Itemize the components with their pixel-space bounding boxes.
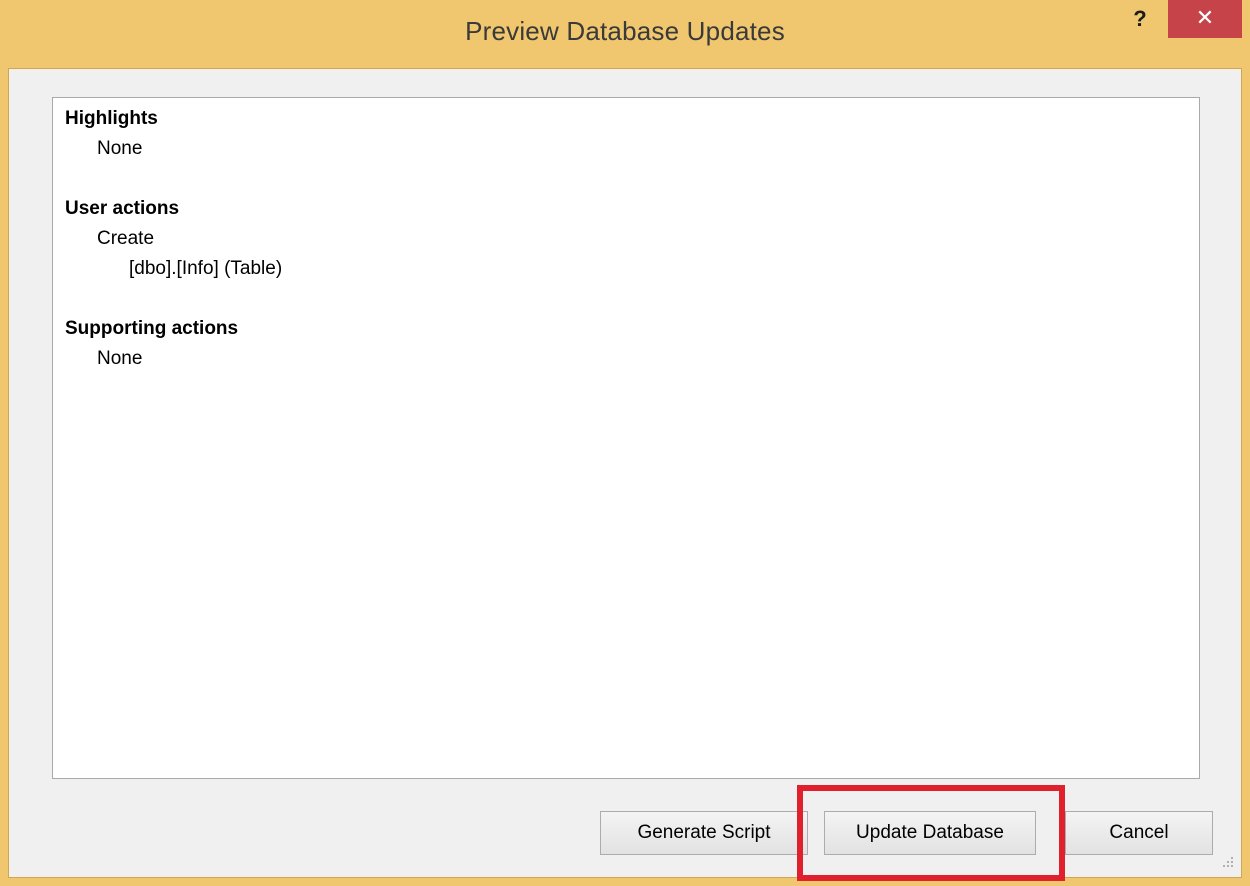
title-bar[interactable]: Preview Database Updates ? ✕	[0, 0, 1250, 68]
help-button[interactable]: ?	[1120, 6, 1160, 36]
supporting-actions-section: Supporting actions None	[65, 314, 238, 374]
user-action-create: Create	[97, 228, 155, 249]
supporting-actions-item: None	[97, 348, 143, 369]
generate-script-button[interactable]: Generate Script	[600, 811, 808, 855]
dialog-client-area: Highlights None User actions Create [dbo…	[8, 68, 1242, 881]
user-actions-heading: User actions	[65, 198, 180, 219]
user-action-target: [dbo].[Info] (Table)	[129, 258, 283, 279]
highlights-section: Highlights None	[65, 104, 158, 164]
supporting-actions-heading: Supporting actions	[65, 318, 239, 339]
highlights-heading: Highlights	[65, 108, 158, 129]
preview-summary-panel[interactable]: Highlights None User actions Create [dbo…	[52, 97, 1200, 779]
user-actions-section: User actions Create [dbo].[Info] (Table)	[65, 194, 282, 284]
close-icon: ✕	[1195, 5, 1215, 30]
annotation-highlight-box	[797, 785, 1065, 881]
close-button[interactable]: ✕	[1168, 0, 1242, 38]
window-title: Preview Database Updates	[465, 16, 785, 46]
dialog-window: Preview Database Updates ? ✕ Highlights …	[0, 0, 1250, 886]
cancel-button[interactable]: Cancel	[1065, 811, 1213, 855]
highlights-item: None	[97, 138, 143, 159]
resize-grip-icon[interactable]	[1219, 855, 1235, 871]
